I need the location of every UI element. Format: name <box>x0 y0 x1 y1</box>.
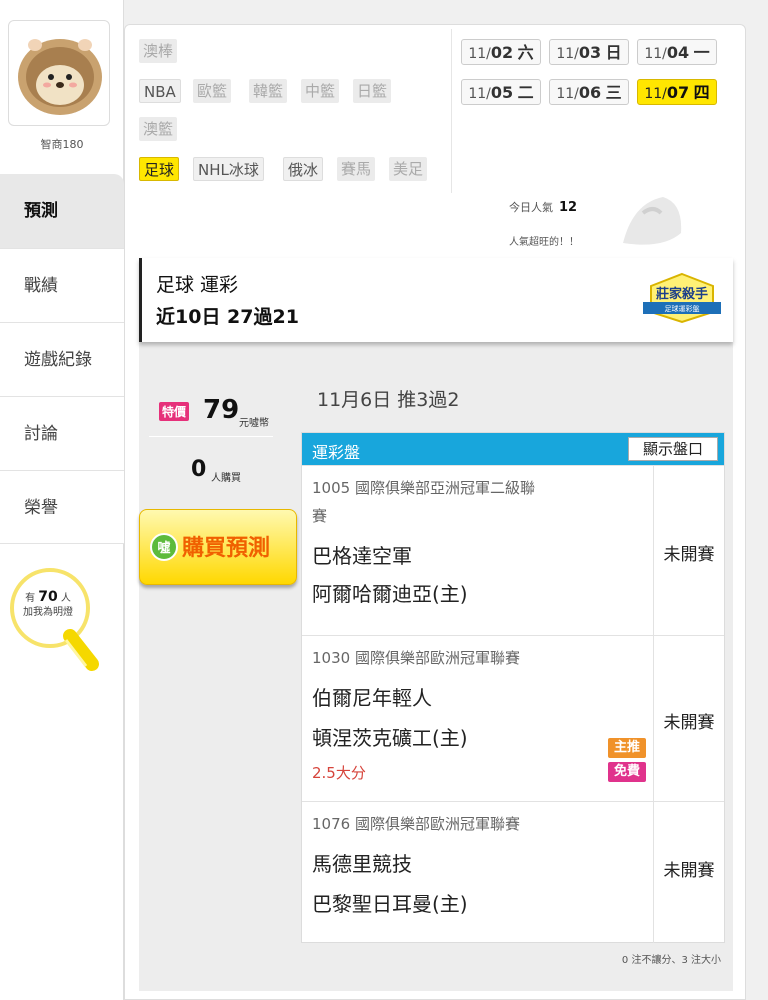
table-row[interactable]: 1005 國際俱樂部亞洲冠軍二級聯 賽 巴格達空軍 阿爾哈爾迪亞(主) 未開賽 <box>302 465 724 635</box>
prediction-table: 運彩盤 顯示盤口 1005 國際俱樂部亞洲冠軍二級聯 賽 巴格達空軍 阿爾哈爾迪… <box>301 432 725 943</box>
spread-pick: 2.5大分 <box>312 764 366 782</box>
table-row[interactable]: 1030 國際俱樂部歐洲冠軍聯賽 伯爾尼年輕人 頓涅茨克礦工(主) 2.5大分 … <box>302 635 724 801</box>
match-info: 1005 國際俱樂部亞洲冠軍二級聯 賽 巴格達空軍 阿爾哈爾迪亞(主) <box>302 466 654 635</box>
user-name: 智商180 <box>40 138 84 151</box>
avatar <box>18 39 102 115</box>
date-button-1107[interactable]: 11/07 四 <box>637 79 717 105</box>
date-button-1105[interactable]: 11/05 二 <box>461 79 541 105</box>
sport-tag-japan-basketball[interactable]: 日籃 <box>353 79 392 103</box>
league-name: 1030 國際俱樂部歐洲冠軍聯賽 <box>312 649 520 667</box>
sidebar-item-game-log[interactable]: 遊戲紀錄 <box>0 322 124 396</box>
svg-text:莊家殺手: 莊家殺手 <box>656 286 708 301</box>
main-panel: 澳棒 NBA 歐籃 韓籃 中籃 日籃 澳籃 足球 NHL冰球 俄冰 賽馬 美足 … <box>124 24 746 1000</box>
sport-tag-american-football[interactable]: 美足 <box>389 157 428 181</box>
buy-prediction-label: 購買預測 <box>182 536 271 561</box>
sidebar-item-prediction[interactable]: 預測 <box>0 174 124 248</box>
sport-tag-aus-basketball[interactable]: 澳籃 <box>139 117 178 141</box>
table-header-label: 運彩盤 <box>312 443 361 462</box>
sidebar: 智商180 預測 戰績 遊戲紀錄 討論 榮譽 有 70 人 加我為明燈 <box>0 0 124 1000</box>
buyer-unit: 人購買 <box>211 473 241 484</box>
prediction-date-title: 11月6日 推3過2 <box>317 389 460 411</box>
league-name: 1076 國際俱樂部歐洲冠軍聯賽 <box>312 815 520 833</box>
team-away: 巴格達空軍 <box>312 544 412 568</box>
sport-tag-soccer[interactable]: 足球 <box>139 157 180 181</box>
divider <box>149 436 273 437</box>
date-button-1104[interactable]: 11/04 一 <box>637 39 717 65</box>
fans-count[interactable]: 有 70 人 加我為明燈 <box>10 590 86 620</box>
sidebar-item-record[interactable]: 戰績 <box>0 248 124 322</box>
team-home: 阿爾哈爾迪亞(主) <box>312 582 468 606</box>
match-status: 未開賽 <box>663 713 715 733</box>
show-odds-button[interactable]: 顯示盤口 <box>628 437 718 461</box>
fans-suffix: 人 <box>60 593 71 604</box>
table-header: 運彩盤 顯示盤口 <box>302 433 724 465</box>
buy-prediction-button[interactable]: 噓 購買預測 <box>139 509 297 585</box>
date-button-1103[interactable]: 11/03 日 <box>549 39 629 65</box>
divider <box>451 29 452 193</box>
team-home: 巴黎聖日耳曼(主) <box>312 892 468 916</box>
sidebar-item-discussion[interactable]: 討論 <box>0 396 124 470</box>
sport-tag-aus-baseball[interactable]: 澳棒 <box>139 39 178 63</box>
sport-tag-nhl[interactable]: NHL冰球 <box>193 157 264 181</box>
team-away: 伯爾尼年輕人 <box>312 686 432 710</box>
league-name-cont: 賽 <box>312 507 328 525</box>
sport-tag-korea-basketball[interactable]: 韓籃 <box>249 79 288 103</box>
sport-tag-nba[interactable]: NBA <box>139 79 181 103</box>
price-unit: 元噓幣 <box>239 418 269 429</box>
popularity-today: 今日人氣 12 <box>509 200 578 215</box>
bookmaker-killer-badge-icon: 莊家殺手 足球運彩盤 <box>643 272 721 324</box>
sport-tag-china-basketball[interactable]: 中籃 <box>301 79 340 103</box>
sport-tag-russia-hockey[interactable]: 俄冰 <box>283 157 324 181</box>
table-footnote: 0 注不讓分、3 注大小 <box>621 955 721 966</box>
match-status: 未開賽 <box>663 545 715 565</box>
sport-tag-euro-basketball[interactable]: 歐籃 <box>193 79 232 103</box>
popularity-note: 人氣超旺的！！ <box>509 237 579 248</box>
team-home: 頓涅茨克礦工(主) <box>312 726 468 750</box>
sport-tag-horse-racing[interactable]: 賽馬 <box>337 157 376 181</box>
banner-record: 近10日 27過21 <box>156 306 299 328</box>
fans-cta: 加我為明燈 <box>23 607 73 618</box>
title-banner: 足球 運彩 近10日 27過21 莊家殺手 足球運彩盤 <box>139 258 733 342</box>
main-pick-badge: 主推 <box>608 738 646 758</box>
team-away: 馬德里競技 <box>312 852 412 876</box>
free-badge: 免費 <box>608 762 646 782</box>
match-status: 未開賽 <box>663 861 715 881</box>
match-info: 1030 國際俱樂部歐洲冠軍聯賽 伯爾尼年輕人 頓涅茨克礦工(主) 2.5大分 … <box>302 636 654 801</box>
coin-icon: 噓 <box>150 533 178 561</box>
popularity-decoration-icon <box>623 197 682 245</box>
svg-text:噓: 噓 <box>157 540 170 555</box>
lightbulb-icon[interactable] <box>8 566 108 686</box>
avatar-card[interactable] <box>8 20 110 126</box>
price-value: 79 <box>203 395 240 425</box>
svg-text:足球運彩盤: 足球運彩盤 <box>665 304 700 313</box>
league-name: 1005 國際俱樂部亞洲冠軍二級聯 <box>312 479 535 497</box>
banner-title: 足球 運彩 <box>156 274 239 296</box>
special-price-badge: 特價 <box>159 402 190 421</box>
table-row[interactable]: 1076 國際俱樂部歐洲冠軍聯賽 馬德里競技 巴黎聖日耳曼(主) 未開賽 <box>302 801 724 943</box>
date-button-1106[interactable]: 11/06 三 <box>549 79 629 105</box>
sidebar-item-honor[interactable]: 榮譽 <box>0 470 124 544</box>
date-button-1102[interactable]: 11/02 六 <box>461 39 541 65</box>
fans-prefix: 有 <box>25 593 36 604</box>
buyer-count: 0 <box>191 457 207 482</box>
fans-number: 70 <box>38 589 58 605</box>
match-info: 1076 國際俱樂部歐洲冠軍聯賽 馬德里競技 巴黎聖日耳曼(主) <box>302 802 654 943</box>
